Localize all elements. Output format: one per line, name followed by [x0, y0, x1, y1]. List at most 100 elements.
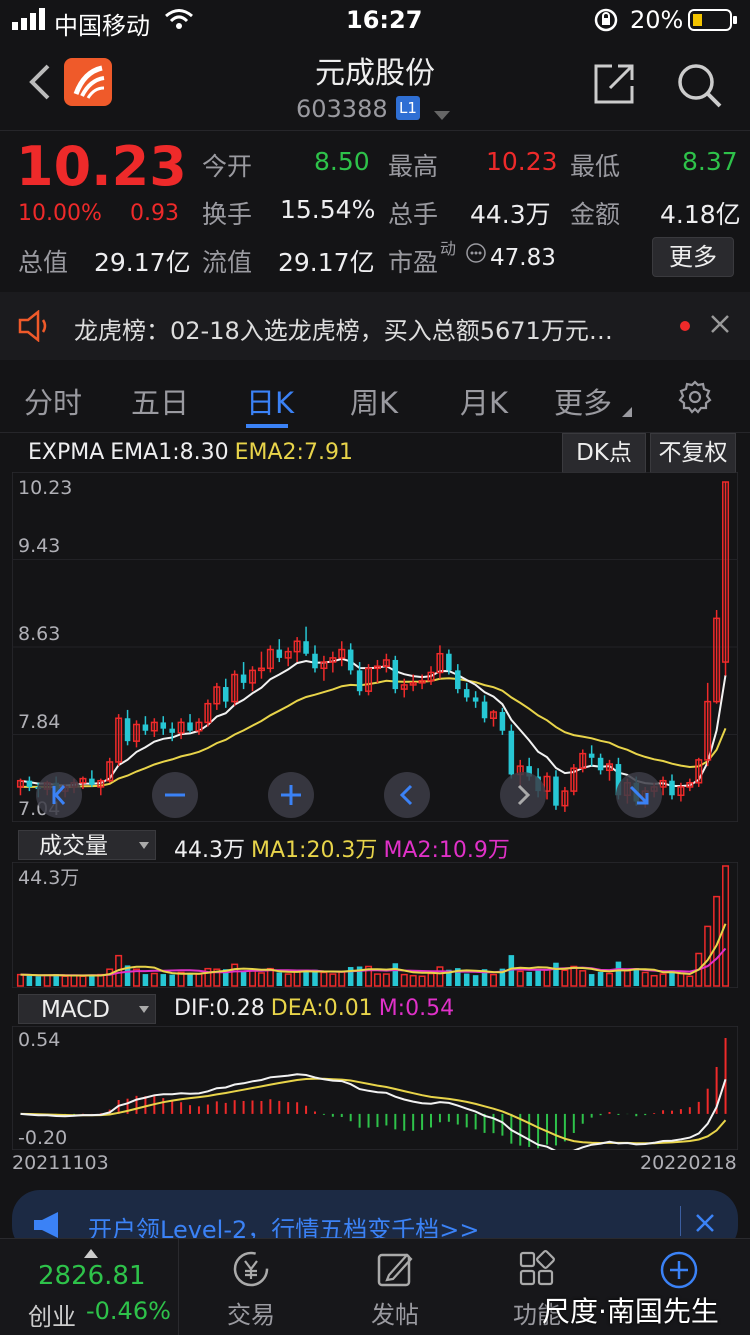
share-icon[interactable] [592, 62, 636, 110]
volume-bar [16, 973, 24, 987]
volume-bar [293, 970, 301, 987]
ad-close-icon[interactable] [696, 1214, 714, 1236]
tab-daily-k[interactable]: 日K [246, 380, 294, 422]
zoom-in-button[interactable] [268, 772, 314, 818]
total-cap-label: 总值 [18, 248, 69, 277]
kline-grid [12, 559, 738, 735]
candle-body [276, 649, 283, 658]
nav-divider [178, 1239, 179, 1335]
tab-minute[interactable]: 分时 [24, 380, 82, 422]
speaker-icon [18, 309, 52, 346]
volume-bar [516, 970, 524, 987]
volume-bar [463, 973, 470, 986]
candle-body [240, 674, 247, 683]
candle-body [472, 697, 479, 702]
kline-chart[interactable]: 10.23 9.43 8.63 7.84 7.04 [12, 472, 738, 822]
price-label-top: 10.23 [18, 477, 72, 499]
tab-five-day[interactable]: 五日 [131, 380, 189, 422]
volume-bar [677, 972, 685, 987]
fit-screen-button[interactable] [616, 772, 662, 818]
volume-bar [43, 974, 51, 987]
candle-body [187, 722, 193, 731]
nav-trade[interactable]: 交易 [196, 1249, 306, 1330]
low-label: 最低 [570, 152, 621, 181]
candle-body [499, 712, 506, 731]
notice-bar[interactable]: 龙虎榜：02-18入选龙虎榜，买入总额5671万元… [0, 292, 750, 360]
yen-circle-icon [233, 1251, 269, 1287]
volume-selector[interactable]: 成交量 [18, 830, 156, 860]
info-dots-icon[interactable] [466, 243, 486, 267]
dk-point-button[interactable]: DK点 [562, 433, 646, 473]
volume-bar [400, 973, 408, 987]
unread-dot [680, 321, 690, 331]
dropdown-caret-icon[interactable] [434, 106, 450, 125]
level-badge: L1 [396, 96, 420, 120]
macd-m: M:0.54 [378, 996, 455, 1021]
volume-bar [284, 973, 292, 987]
more-button[interactable]: 更多 [652, 237, 734, 277]
volume-value: 44.3万 [470, 200, 551, 229]
candle-body [26, 780, 33, 787]
turnover-value: 15.54% [280, 195, 376, 224]
tab-weekly-k[interactable]: 周K [350, 380, 398, 422]
tab-more[interactable]: 更多 [554, 380, 612, 422]
candle-body [463, 689, 470, 698]
pe-dynamic-label: 动 [440, 239, 457, 258]
volume-bar [659, 973, 667, 987]
candle-body [347, 649, 354, 671]
volume-bar [570, 965, 578, 987]
search-icon[interactable] [676, 62, 722, 112]
expand-up-icon[interactable] [84, 1243, 98, 1262]
carrier-label: 中国移动 [54, 12, 150, 40]
nav-post[interactable]: 发帖 [340, 1249, 450, 1330]
volume-bar [338, 971, 346, 987]
macd-bottom-label: -0.20 [18, 1127, 67, 1149]
scroll-left-button[interactable] [384, 772, 430, 818]
volume-bar [535, 969, 541, 986]
volume-bar [61, 975, 69, 987]
candle-body [508, 730, 515, 775]
volume-bar [160, 974, 167, 986]
quote-panel: 10.23 10.00% 0.93 今开 8.50 最高 10.23 最低 8.… [0, 130, 750, 291]
volume-bar [418, 975, 426, 987]
zoom-out-button[interactable] [152, 772, 198, 818]
adjust-button[interactable]: 不复权 [650, 433, 736, 473]
tab-monthly-k[interactable]: 月K [460, 380, 508, 422]
candle-body [446, 653, 452, 671]
volume-bar [276, 972, 283, 986]
volume-bar [169, 974, 175, 986]
dropdown-triangle-icon [139, 1006, 149, 1013]
volume-bar [142, 974, 149, 986]
volume-bar [248, 970, 257, 987]
settings-gear-icon[interactable] [678, 380, 712, 418]
volume-bar [373, 973, 381, 987]
candle-body [303, 641, 309, 654]
close-icon[interactable] [710, 314, 730, 338]
high-value: 10.23 [486, 147, 558, 176]
nav-trade-label: 交易 [227, 1301, 275, 1329]
scroll-right-button[interactable] [500, 772, 546, 818]
candle-body [312, 653, 318, 669]
volume-bar [526, 971, 532, 986]
open-label: 今开 [202, 152, 253, 181]
index-name: 创业 [28, 1303, 76, 1331]
macd-chart[interactable]: 0.54 -0.20 [12, 1026, 738, 1150]
zoom-left-button[interactable] [36, 772, 82, 818]
candle-body [222, 687, 229, 702]
macd-lines [20, 1073, 727, 1150]
macd-legend: DIF:0.28 DEA:0.01 M:0.54 [174, 996, 460, 1021]
stock-name: 元成股份 [315, 56, 435, 91]
index-value[interactable]: 2826.81 [38, 1261, 146, 1291]
macd-frame [12, 1026, 738, 1150]
volume-legend: 44.3万 MA1:20.3万 MA2:10.9万 [174, 832, 516, 864]
volume-bar [588, 974, 595, 986]
end-date: 20220218 [640, 1152, 737, 1174]
volume-bar [543, 968, 551, 987]
volume-bar [106, 968, 114, 987]
volume-label: 总手 [388, 200, 439, 229]
macd-dea: DEA:0.01 [270, 996, 373, 1021]
low-value: 8.37 [682, 147, 738, 176]
macd-selector[interactable]: MACD [18, 994, 156, 1024]
volume-chart[interactable]: 44.3万 [12, 862, 738, 988]
turnover-label: 换手 [202, 200, 253, 229]
